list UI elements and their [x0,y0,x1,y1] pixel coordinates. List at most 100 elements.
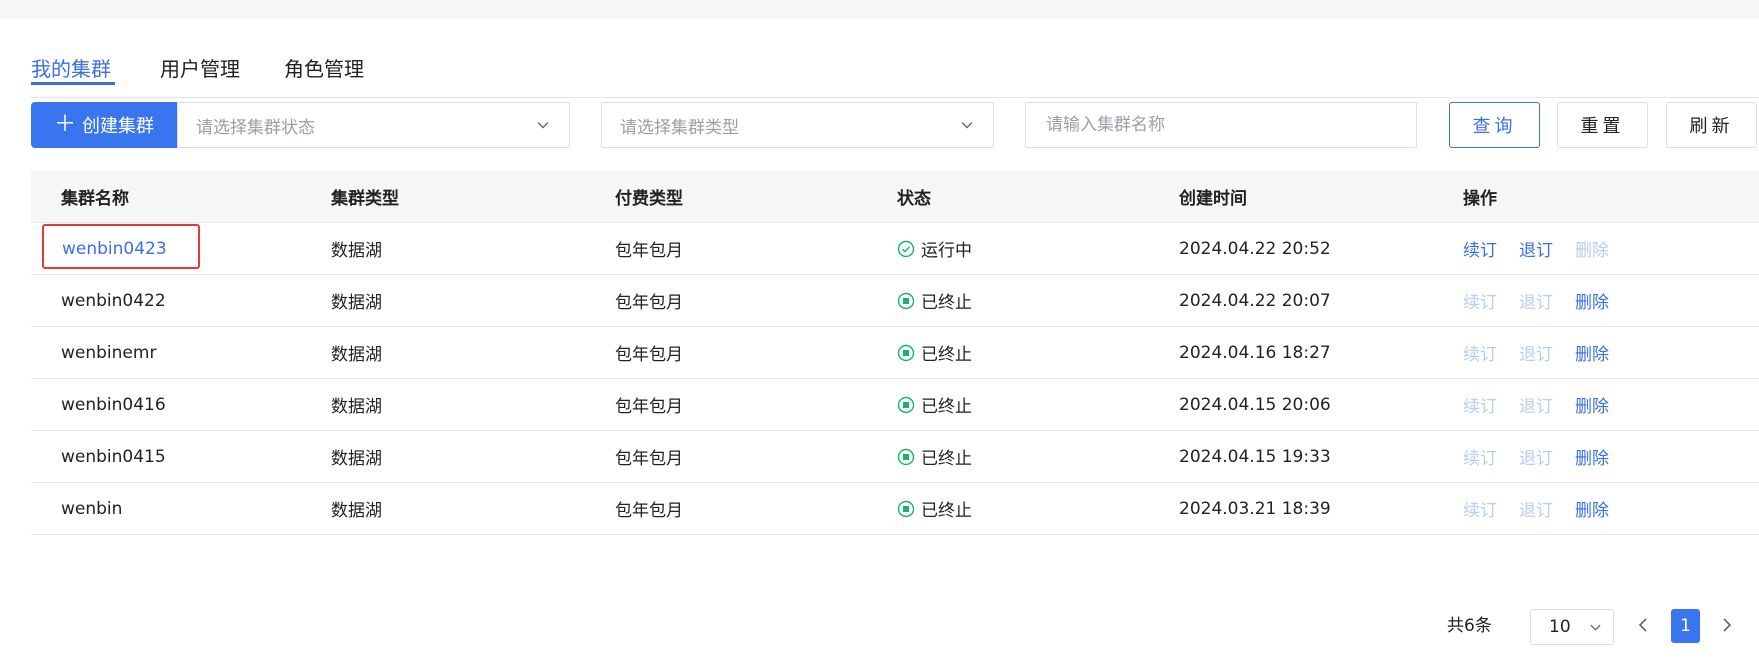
delete-link[interactable]: 删除 [1575,496,1609,521]
table-row: wenbin0416 数据湖 包年包月 已终止 2024.04.15 20:06… [31,379,1759,431]
create-cluster-label: 创建集群 [82,116,154,137]
status-text: 已终止 [921,293,972,313]
cluster-type: 数据湖 [331,449,382,469]
cluster-name: wenbin0415 [61,446,166,467]
delete-link[interactable]: 删除 [1575,392,1609,417]
table-row: wenbin0423 数据湖 包年包月 运行中 2024.04.22 20:52… [31,223,1759,275]
tab-bar: 我的集群 用户管理 角色管理 [31,35,1759,98]
reset-button[interactable]: 重置 [1557,102,1648,148]
created-time: 2024.03.21 18:39 [1179,498,1331,519]
stop-circle-icon [897,396,915,413]
page-size-value: 10 [1549,617,1571,637]
tab-active-indicator [31,82,115,85]
cluster-type-placeholder: 请选择集群类型 [620,117,739,138]
chevron-down-icon [1590,624,1601,631]
header-cluster-type: 集群类型 [331,189,399,209]
actions-cell: 续订 退订 删除 [1463,431,1631,482]
status-cell: 已终止 [897,379,972,430]
actions-cell: 续订 退订 删除 [1463,379,1631,430]
cluster-name: wenbinemr [61,342,157,363]
tab-my-clusters[interactable]: 我的集群 [31,55,115,85]
cluster-type: 数据湖 [331,397,382,417]
cluster-type: 数据湖 [331,293,382,313]
status-text: 已终止 [921,449,972,469]
delete-link[interactable]: 删除 [1575,340,1609,365]
actions-cell: 续订 退订 删除 [1463,275,1631,326]
pagination-total: 共6条 [1447,616,1492,636]
actions-cell: 续订 退订 删除 [1463,327,1631,378]
unsubscribe-link[interactable]: 退订 [1519,236,1553,261]
chevron-right-icon[interactable] [1720,616,1734,634]
table-row: wenbin 数据湖 包年包月 已终止 2024.03.21 18:39 续订 … [31,483,1759,535]
created-time: 2024.04.16 18:27 [1179,342,1331,363]
created-time: 2024.04.22 20:07 [1179,290,1331,311]
tab-user-management[interactable]: 用户管理 [160,55,240,83]
stop-circle-icon [897,292,915,309]
billing-type: 包年包月 [615,241,683,261]
renew-link: 续订 [1463,449,1497,469]
renew-link: 续订 [1463,293,1497,313]
table-header: 集群名称 集群类型 付费类型 状态 创建时间 操作 [31,171,1759,223]
status-cell: 已终止 [897,275,972,326]
cluster-type-select[interactable]: 请选择集群类型 [601,102,994,148]
status-text: 已终止 [921,345,972,365]
tab-role-management[interactable]: 角色管理 [284,55,364,83]
renew-link: 续订 [1463,345,1497,365]
stop-circle-icon [897,448,915,465]
cluster-status-placeholder: 请选择集群状态 [196,117,315,138]
status-text: 已终止 [921,397,972,417]
renew-link: 续订 [1463,501,1497,521]
delete-link[interactable]: 删除 [1575,288,1609,313]
billing-type: 包年包月 [615,293,683,313]
status-cell: 已终止 [897,327,972,378]
cluster-name-input-wrapper [1025,102,1417,148]
chevron-down-icon [537,122,549,129]
cluster-name: wenbin [61,498,123,519]
table-row: wenbinemr 数据湖 包年包月 已终止 2024.04.16 18:27 … [31,327,1759,379]
cluster-name: wenbin0416 [61,394,166,415]
stop-circle-icon [897,344,915,361]
header-billing-type: 付费类型 [615,189,683,209]
tab-label: 我的集群 [31,57,111,81]
delete-link: 删除 [1575,241,1609,261]
cluster-type: 数据湖 [331,501,382,521]
header-status: 状态 [897,189,931,209]
created-time: 2024.04.22 20:52 [1179,238,1331,259]
billing-type: 包年包月 [615,501,683,521]
refresh-button[interactable]: 刷新 [1666,102,1757,148]
create-cluster-button[interactable]: ＋ 创建集群 [31,102,177,148]
renew-link[interactable]: 续订 [1463,236,1497,261]
actions-cell: 续订 退订 删除 [1463,483,1631,534]
created-time: 2024.04.15 20:06 [1179,394,1331,415]
chevron-down-icon [961,122,973,129]
plus-icon: ＋ [53,112,76,137]
unsubscribe-link: 退订 [1519,293,1553,313]
cluster-type: 数据湖 [331,345,382,365]
stop-circle-icon [897,500,915,517]
header-created-time: 创建时间 [1179,189,1247,209]
page-size-select[interactable]: 10 [1530,609,1614,645]
header-actions: 操作 [1463,189,1497,209]
cluster-status-select[interactable]: 请选择集群状态 [177,102,570,148]
delete-link[interactable]: 删除 [1575,444,1609,469]
table-row: wenbin0422 数据湖 包年包月 已终止 2024.04.22 20:07… [31,275,1759,327]
status-cell: 已终止 [897,483,972,534]
renew-link: 续订 [1463,397,1497,417]
cluster-name: wenbin0422 [61,290,166,311]
chevron-left-icon[interactable] [1636,616,1650,634]
status-text: 已终止 [921,501,972,521]
unsubscribe-link: 退订 [1519,449,1553,469]
created-time: 2024.04.15 19:33 [1179,446,1331,467]
query-button[interactable]: 查询 [1449,102,1540,148]
billing-type: 包年包月 [615,449,683,469]
billing-type: 包年包月 [615,397,683,417]
cluster-name-input[interactable] [1044,114,1398,136]
unsubscribe-link: 退订 [1519,397,1553,417]
header-cluster-name: 集群名称 [61,189,129,209]
table-row: wenbin0415 数据湖 包年包月 已终止 2024.04.15 19:33… [31,431,1759,483]
status-text: 运行中 [921,241,972,261]
check-circle-icon [897,240,915,257]
page-number-current[interactable]: 1 [1671,609,1700,643]
cluster-name-link[interactable]: wenbin0423 [62,223,167,274]
unsubscribe-link: 退订 [1519,501,1553,521]
